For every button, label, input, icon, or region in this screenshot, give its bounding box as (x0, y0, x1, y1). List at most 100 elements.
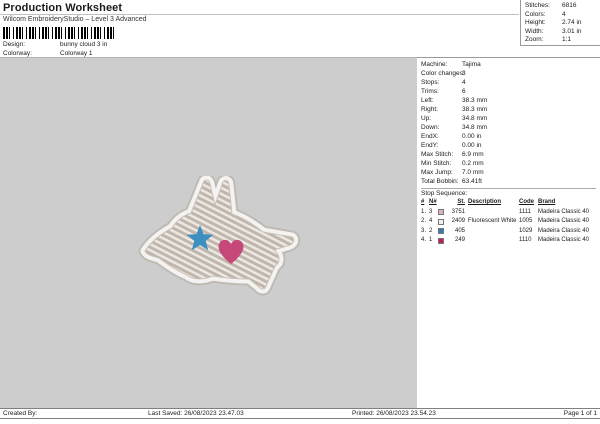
thread-catalog-code: 1110 (519, 237, 532, 243)
design-label: Design: (3, 41, 26, 48)
page-title: Production Worksheet (3, 2, 123, 14)
design-name-row: Design: bunny cloud 3 in (3, 41, 107, 48)
machine-info-label: Trims: (421, 88, 439, 95)
machine-info-label: EndX: (421, 133, 439, 140)
machine-info-value: 6 (462, 88, 466, 95)
machine-info-value: 34.8 mm (462, 124, 488, 131)
machine-info-panel: Machine: Tajima Color changes:3 Stops: 4 T… (417, 57, 600, 408)
machine-info-value: Tajima (462, 61, 481, 68)
colorway-label: Colorway: (3, 50, 32, 57)
thread-color-swatch (438, 237, 444, 244)
title-divider (0, 14, 519, 15)
app-subtitle: Wilcom EmbroideryStudio – Level 3 Advanc… (3, 16, 147, 23)
machine-info-label: Min Stitch: (421, 160, 452, 167)
bunny-embroidery-preview (138, 176, 301, 296)
thread-color-swatch (438, 218, 444, 225)
stop-sequence-row: 3. 2 405 1029 Madeira Classic 40 (421, 227, 600, 237)
colorway-row: Colorway: Colorway 1 (3, 50, 93, 57)
machine-info-row: Right: 38.3 mm (421, 105, 600, 114)
needle-num: 4 (429, 218, 433, 224)
summary-label: Colors: (525, 10, 546, 18)
thread-color-swatch (438, 209, 444, 215)
machine-info-value: 34.8 mm (462, 115, 488, 122)
machine-info-row: Up: 34.8 mm (421, 114, 600, 123)
machine-info-row: Left: 38.3 mm (421, 96, 600, 105)
bunny-body-fill (144, 179, 295, 290)
production-worksheet-page: Production Worksheet Wilcom EmbroiderySt… (0, 0, 600, 424)
summary-value: 3.01 in (562, 27, 582, 35)
needle-num: 1 (429, 237, 433, 243)
stop-sequence-row: 4. 1 249 1110 Madeira Classic 40 (421, 236, 600, 246)
page-number: Page 1 of 1 (563, 410, 597, 417)
machine-info-value: 0.2 mm (462, 160, 484, 167)
machine-info-row: Max Jump: 7.0 mm (421, 168, 600, 177)
machine-info-value: 3 (462, 70, 466, 77)
summary-row: Colors: 4 (525, 11, 600, 20)
summary-row: Stitches: 6816 (525, 2, 600, 11)
machine-info-value: 0.00 in (462, 133, 482, 140)
machine-info-value: 0.00 in (462, 142, 482, 149)
thread-catalog-code: 1005 (519, 218, 533, 224)
summary-row: Width: 3.01 in (525, 28, 600, 37)
machine-info-label: EndY: (421, 142, 439, 149)
colorway-value: Colorway 1 (60, 50, 93, 57)
machine-info-label: Max Jump: (421, 169, 453, 176)
summary-label: Width: (525, 27, 544, 35)
design-summary-box: Stitches: 6816 Colors: 4 Height: 2.74 in Wi… (520, 0, 600, 46)
thread-brand: Madeira Classic 40 (538, 208, 590, 215)
stop-sequence-row: 1. 3 3751 1111 Madeira Classic 40 (421, 208, 600, 218)
machine-info-value: 38.3 mm (462, 97, 488, 104)
col-description: Description (468, 199, 502, 205)
summary-label: Height: (525, 19, 546, 27)
machine-info-row: Down: 34.8 mm (421, 123, 600, 132)
summary-value: 6816 (562, 2, 577, 9)
design-canvas (0, 57, 417, 408)
machine-info-row: Max Stitch: 6.9 mm (421, 150, 600, 159)
machine-info-label: Right: (421, 106, 438, 113)
machine-info-label: Total Bobbin: (421, 178, 459, 185)
machine-info-value: 6.9 mm (462, 151, 484, 158)
summary-row: Height: 2.74 in (525, 19, 600, 28)
created-by-label: Created By: (3, 410, 38, 417)
thread-description: Fluorescent White (468, 218, 517, 224)
thread-brand: Madeira Classic 40 (538, 218, 590, 224)
stop-num: 3. (421, 227, 427, 234)
col-code: Code (519, 199, 534, 205)
machine-info-row: EndX: 0.00 in (421, 132, 600, 141)
stop-sequence-title: Stop Sequence: (421, 190, 468, 197)
machine-info-row: Total Bobbin: 63.41ft (421, 177, 600, 186)
stop-sequence-row: 2. 4 2409 Fluorescent White 1005 Madeira… (421, 217, 600, 227)
stop-sequence-header: # N# St. Description Code Brand (421, 198, 600, 208)
machine-info-row: Min Stitch: 0.2 mm (421, 159, 600, 168)
summary-row: Zoom: 1:1 (525, 36, 600, 45)
col-stitches: St. (457, 199, 465, 205)
machine-info-value: 63.41ft (462, 178, 482, 185)
col-needle: N# (429, 199, 437, 205)
thread-color-swatch (438, 228, 444, 234)
thread-brand: Madeira Classic 40 (538, 227, 590, 234)
printed-label: Printed: 26/08/2023 23.54.23 (352, 410, 436, 417)
design-value: bunny cloud 3 in (60, 41, 108, 48)
col-brand: Brand (538, 199, 556, 205)
machine-info-label: Stops: (421, 79, 440, 86)
needle-num: 3 (429, 208, 433, 215)
page-footer: Created By: Last Saved: 26/08/2023 23.47… (0, 408, 600, 419)
last-saved-label: Last Saved: 26/08/2023 23.47.03 (148, 410, 244, 417)
machine-info-row: EndY: 0.00 in (421, 141, 600, 150)
summary-value: 2.74 in (562, 19, 582, 27)
machine-info-label: Max Stitch: (421, 151, 454, 158)
machine-info-label: Left: (421, 97, 434, 104)
stop-sequence-table: 1. 3 3751 1111 Madeira Classic 40 2. 4 2… (421, 208, 600, 246)
col-num: # (421, 199, 425, 205)
design-barcode (3, 27, 117, 39)
stop-num: 2. (421, 218, 427, 224)
summary-value: 4 (562, 10, 566, 18)
thread-code: 249 (454, 237, 465, 243)
summary-value: 1:1 (562, 36, 572, 44)
stop-num: 4. (421, 237, 427, 243)
stop-num: 1. (421, 208, 427, 215)
summary-label: Zoom: (525, 36, 544, 44)
thread-catalog-code: 1111 (519, 208, 532, 215)
machine-info-row: Machine: Tajima (421, 60, 600, 69)
machine-info-label: Down: (421, 124, 440, 131)
